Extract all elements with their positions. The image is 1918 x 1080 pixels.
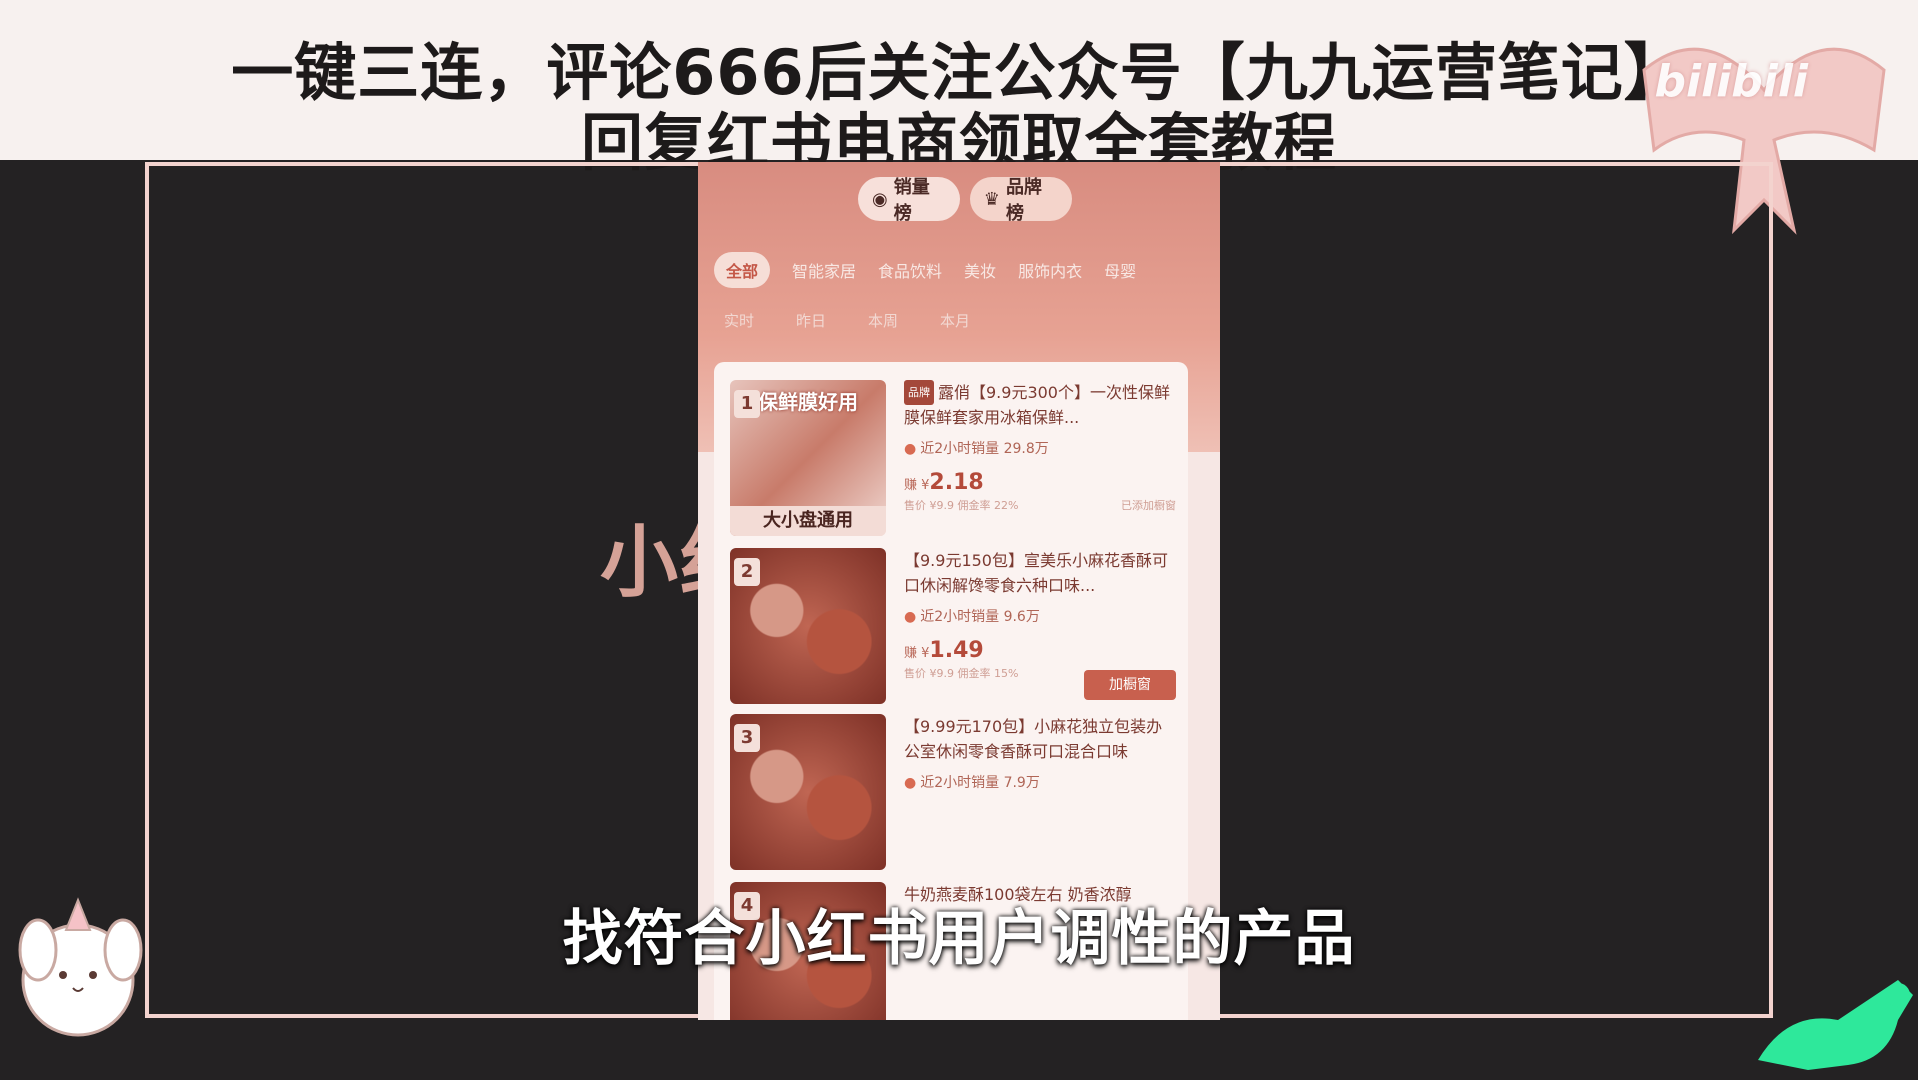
sales-text: 近2小时销量 7.9万: [920, 775, 1040, 791]
sales-count: ● 近2小时销量 7.9万: [904, 772, 1176, 792]
product-title[interactable]: 品牌 露俏【9.9元300个】一次性保鲜膜保鲜套家用冰箱保鲜...: [904, 380, 1176, 430]
fire-icon: ●: [904, 775, 917, 791]
cat-sticker-icon: [1758, 980, 1913, 1070]
fire-icon: ●: [904, 441, 917, 457]
brand-tag: 品牌: [904, 380, 934, 405]
time-week[interactable]: 本周: [868, 310, 898, 331]
video-subtitle: 找符合小红书用户调性的产品: [562, 904, 1356, 974]
time-yesterday[interactable]: 昨日: [796, 310, 826, 331]
category-smart-home[interactable]: 智能家居: [792, 258, 856, 282]
product-image[interactable]: 3: [730, 714, 886, 870]
bilibili-watermark: bilibili: [1654, 56, 1808, 107]
add-showcase-button[interactable]: 加橱窗: [1084, 670, 1176, 700]
time-realtime[interactable]: 实时: [724, 310, 754, 331]
category-baby[interactable]: 母婴: [1104, 258, 1136, 282]
tab-brand-rank[interactable]: ♛ 品牌榜: [969, 177, 1072, 224]
product-info: 【9.9元150包】宣美乐小麻花香酥可口休闲解馋零食六种口味... ● 近2小时销…: [904, 548, 1176, 681]
rank-tabs: ◉ 销量榜 ♛ 品牌榜: [858, 176, 1072, 224]
sales-text: 近2小时销量 9.6万: [920, 609, 1040, 625]
category-apparel[interactable]: 服饰内衣: [1018, 258, 1082, 282]
time-month[interactable]: 本月: [940, 310, 970, 331]
rank-badge: 1: [734, 390, 760, 418]
product-info: 品牌 露俏【9.9元300个】一次性保鲜膜保鲜套家用冰箱保鲜... ● 近2小时销量…: [904, 380, 1176, 513]
sales-count: ● 近2小时销量 29.8万: [904, 438, 1176, 458]
dog-sticker-icon: [18, 897, 143, 1037]
rank-badge: 2: [734, 558, 760, 586]
price-prefix: 赚 ¥: [904, 646, 930, 661]
category-tabs: 全部 智能家居 食品饮料 美妆 服饰内衣 母婴: [714, 250, 1220, 290]
time-filter: 实时 昨日 本周 本月: [724, 310, 970, 331]
list-item[interactable]: 2 【9.9元150包】宣美乐小麻花香酥可口休闲解馋零食六种口味... ● 近2小…: [730, 548, 1180, 718]
product-title-text: 露俏【9.9元300个】一次性保鲜膜保鲜套家用冰箱保鲜...: [904, 383, 1170, 427]
meta-left: 售价 ¥9.9 佣金率 15%: [904, 667, 1019, 680]
price-value: 1.49: [929, 638, 984, 663]
list-item[interactable]: 3 【9.99元170包】小麻花独立包装办公室休闲零食香酥可口混合口味 ● 近2小…: [730, 714, 1180, 884]
price-prefix: 赚 ¥: [904, 478, 930, 493]
category-beauty[interactable]: 美妆: [964, 258, 996, 282]
commission-price: 赚 ¥2.18: [904, 470, 1176, 495]
product-info: 【9.99元170包】小麻花独立包装办公室休闲零食香酥可口混合口味 ● 近2小时销…: [904, 714, 1176, 792]
sales-text: 近2小时销量 29.8万: [920, 441, 1049, 457]
product-image[interactable]: 2: [730, 548, 886, 704]
price-value: 2.18: [929, 470, 984, 495]
tab-sales-rank-label: 销量榜: [893, 177, 930, 224]
rank-badge: 3: [734, 724, 760, 752]
tab-brand-rank-label: 品牌榜: [1005, 177, 1042, 224]
fire-icon: ●: [904, 609, 917, 625]
commission-price: 赚 ¥1.49: [904, 638, 1176, 663]
added-status: 已添加橱窗: [1121, 499, 1176, 512]
product-title[interactable]: 【9.9元150包】宣美乐小麻花香酥可口休闲解馋零食六种口味...: [904, 548, 1176, 598]
trend-icon: ◉: [872, 188, 888, 210]
list-item[interactable]: 保鲜膜好用 1 大小盘通用 品牌 露俏【9.9元300个】一次性保鲜膜保鲜套家用冰…: [730, 380, 1180, 550]
crown-icon: ♛: [983, 188, 1000, 210]
product-title[interactable]: 【9.99元170包】小麻花独立包装办公室休闲零食香酥可口混合口味: [904, 714, 1176, 764]
sales-count: ● 近2小时销量 9.6万: [904, 606, 1176, 626]
tab-sales-rank[interactable]: ◉ 销量榜: [858, 177, 960, 224]
category-food[interactable]: 食品饮料: [878, 258, 942, 282]
product-image[interactable]: 保鲜膜好用 1 大小盘通用: [730, 380, 886, 536]
meta-left: 售价 ¥9.9 佣金率 22%: [904, 499, 1019, 512]
thumb-bottom-text: 大小盘通用: [730, 506, 886, 536]
product-meta: 售价 ¥9.9 佣金率 22% 已添加橱窗: [904, 497, 1176, 513]
category-all[interactable]: 全部: [714, 252, 771, 288]
